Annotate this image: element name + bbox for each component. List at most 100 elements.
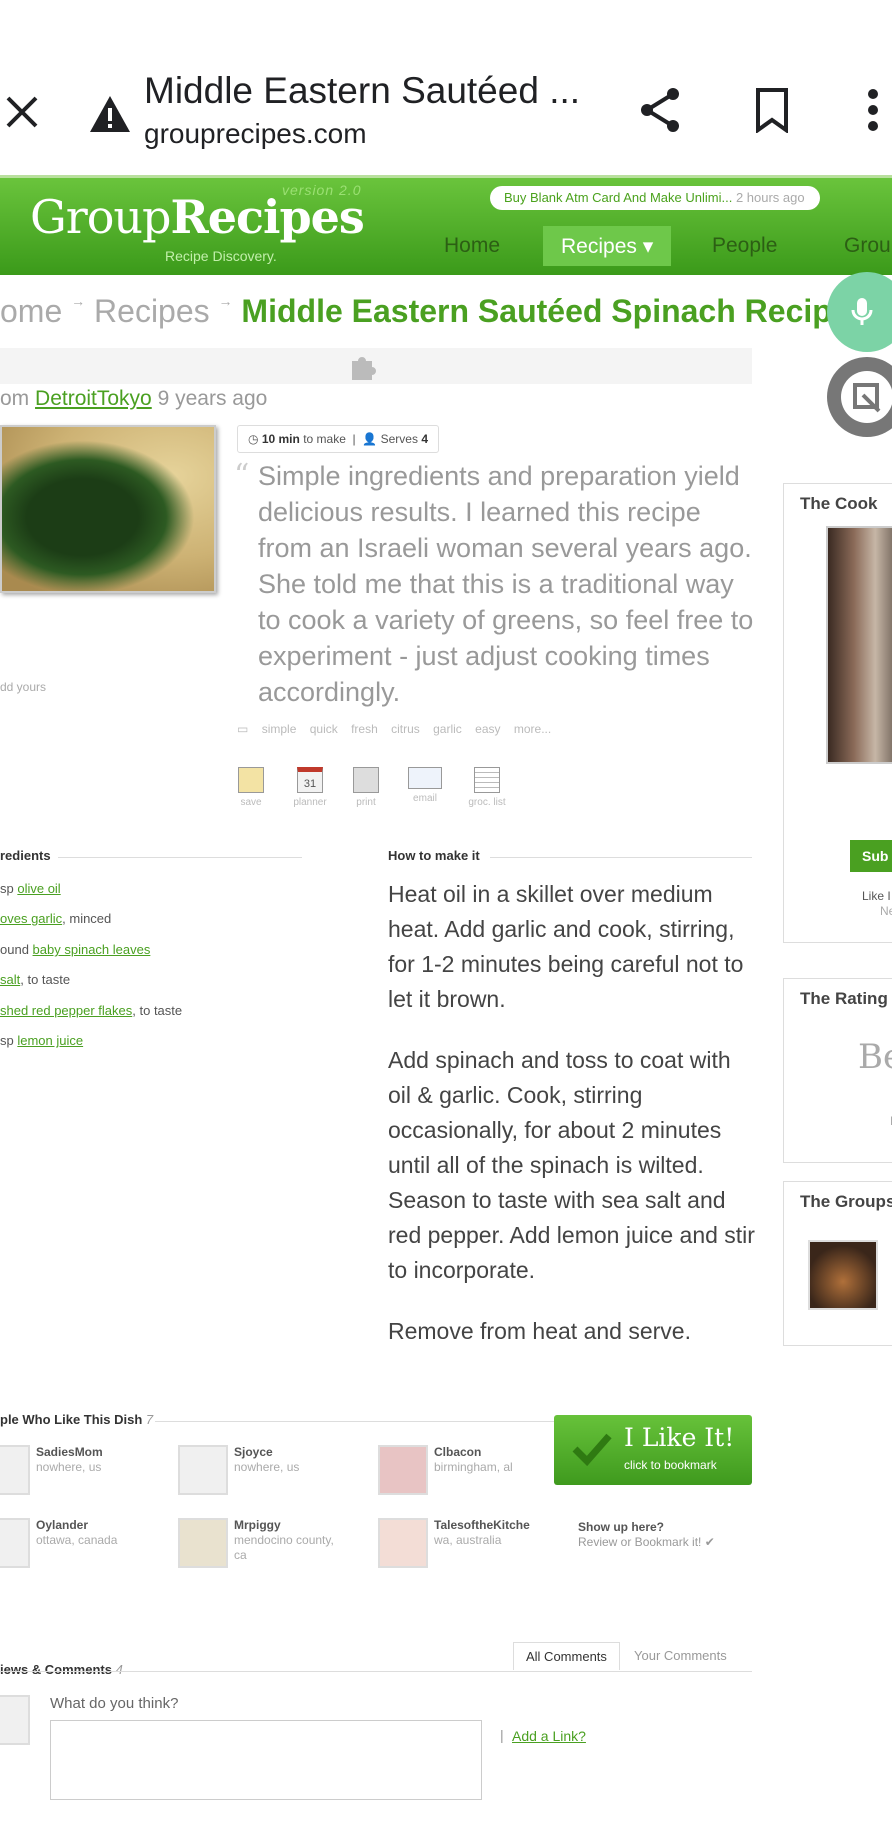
recipe-meta: ◷ 10 min to make | 👤 Serves 4 (237, 425, 440, 453)
liker[interactable]: Sjoyce nowhere, us (178, 1445, 388, 1505)
tab-all-comments[interactable]: All Comments (513, 1642, 620, 1670)
comment-prompt: What do you think? (50, 1695, 179, 1712)
ingredient-link[interactable]: olive oil (17, 881, 60, 896)
avatar (0, 1518, 30, 1568)
tag[interactable]: garlic (433, 722, 462, 736)
author-link[interactable]: DetroitTokyo (35, 387, 152, 410)
ad-ticker[interactable]: Buy Blank Atm Card And Make Unlimi... 2 … (490, 186, 820, 210)
site-logo[interactable]: GroupRecipes (30, 190, 365, 244)
method-header: How to make it (388, 848, 480, 863)
i-like-it-button[interactable]: I Like It! click to bookmark (554, 1415, 752, 1485)
crumb-home[interactable]: ome (0, 293, 62, 329)
tag[interactable]: citrus (391, 722, 420, 736)
tab-your-comments[interactable]: Your Comments (632, 1642, 729, 1669)
nav-recipes[interactable]: Recipes ▾ (543, 226, 672, 266)
nav-home[interactable]: Home (426, 226, 518, 266)
ingredient-item: salt, to taste (0, 972, 71, 987)
ingredient-item: shed red pepper flakes, to taste (0, 1003, 183, 1018)
warning-icon[interactable] (86, 90, 134, 138)
ingredient-link[interactable]: salt (0, 972, 20, 987)
ingredient-link[interactable]: oves garlic (0, 911, 62, 926)
crumb-recipes[interactable]: Recipes (94, 293, 210, 329)
ingredient-link[interactable]: lemon juice (17, 1033, 83, 1048)
subscribe-button[interactable]: Sub (850, 840, 892, 872)
tag-list: ▭ simple quick fresh citrus garlic easy … (237, 722, 551, 736)
plugin-placeholder (0, 348, 752, 384)
liker[interactable]: TalesoftheKitche wa, australia (378, 1518, 588, 1578)
sidebar-groups: The Groups (783, 1181, 892, 1346)
avatar (378, 1445, 428, 1495)
rating-value: Be (858, 1037, 892, 1077)
recipe-description: Simple ingredients and preparation yield… (258, 461, 754, 707)
email-button[interactable]: email (400, 767, 450, 804)
avatar (378, 1518, 428, 1568)
share-icon[interactable] (634, 84, 686, 136)
sidebar-groups-title: The Groups (800, 1192, 892, 1211)
web-content: GroupRecipes version 2.0 Recipe Discover… (0, 175, 892, 1833)
separator: | (500, 1727, 504, 1743)
page-title: Middle Eastern Sautéed ... (144, 70, 581, 111)
sidebar-rating: The Rating Be Re (783, 978, 892, 1163)
ingredient-link[interactable]: shed red pepper flakes (0, 1003, 132, 1018)
calendar-icon: 31 (297, 767, 323, 793)
recipe-photo[interactable] (0, 425, 216, 593)
tag[interactable]: easy (475, 722, 500, 736)
divider (490, 857, 752, 858)
divider (155, 1421, 555, 1422)
divider (58, 857, 302, 858)
printer-icon (353, 767, 379, 793)
logo-version: version 2.0 (282, 182, 362, 198)
save-icon (238, 767, 264, 793)
avatar (178, 1445, 228, 1495)
divider (0, 1671, 752, 1672)
sidebar-cook-title: The Cook (800, 494, 878, 513)
liker[interactable]: Mrpiggy mendocino county, ca (178, 1518, 388, 1578)
add-yours-link[interactable]: dd yours (0, 680, 46, 694)
avatar (0, 1695, 30, 1745)
bookmark-icon[interactable] (750, 84, 794, 136)
person-icon: 👤 (362, 432, 378, 446)
ingredient-item: ound baby spinach leaves (0, 942, 151, 957)
grocery-list-button[interactable]: groc. list (462, 767, 512, 808)
voice-fab[interactable] (827, 272, 892, 352)
sidebar-cook: The Cook Sub Like I Ne (783, 483, 892, 943)
sidebar-rating-title: The Rating (800, 989, 888, 1008)
browser-toolbar: Middle Eastern Sautéed ... grouprecipes.… (0, 50, 892, 175)
checkmark-icon (572, 1433, 612, 1467)
avatar (178, 1518, 228, 1568)
ingredients-header: redients (0, 848, 51, 863)
print-button[interactable]: print (341, 767, 391, 808)
byline: om DetroitTokyo 9 years ago (0, 387, 268, 410)
cook-photo[interactable] (826, 526, 892, 764)
more-vert-icon[interactable] (858, 84, 888, 136)
close-icon[interactable] (0, 90, 44, 134)
recipe-title: Middle Eastern Sautéed Spinach Recipe (241, 293, 850, 329)
email-icon (408, 767, 442, 789)
liker[interactable]: Oylander ottawa, canada (0, 1518, 190, 1578)
quote-icon: “ (234, 458, 250, 493)
add-link-button[interactable]: Add a Link? (512, 1728, 586, 1744)
group-thumbnail[interactable] (808, 1240, 878, 1310)
edit-fab[interactable] (827, 357, 892, 437)
tag[interactable]: simple (262, 722, 297, 736)
planner-button[interactable]: 31 planner (285, 767, 335, 808)
nav-people[interactable]: People (694, 226, 795, 266)
edit-icon (853, 383, 881, 413)
site-header: GroupRecipes version 2.0 Recipe Discover… (0, 175, 892, 275)
logo-tagline: Recipe Discovery. (165, 248, 277, 264)
ingredient-link[interactable]: baby spinach leaves (33, 942, 151, 957)
tag[interactable]: more... (514, 722, 551, 736)
mic-icon (851, 298, 873, 325)
ingredient-item: oves garlic, minced (0, 911, 112, 926)
comment-input[interactable] (50, 1720, 482, 1800)
liker[interactable]: SadiesMom nowhere, us (0, 1445, 190, 1505)
save-button[interactable]: save (226, 767, 276, 808)
nav-groups[interactable]: Grou (826, 226, 892, 266)
avatar (0, 1445, 30, 1495)
list-icon (474, 767, 500, 793)
ingredient-item: sp lemon juice (0, 1033, 84, 1048)
tag[interactable]: quick (310, 722, 338, 736)
tag[interactable]: fresh (351, 722, 378, 736)
likers-header: ple Who Like This Dish 7 (0, 1412, 154, 1427)
reviews-header: iews & Comments 4 (0, 1662, 123, 1677)
